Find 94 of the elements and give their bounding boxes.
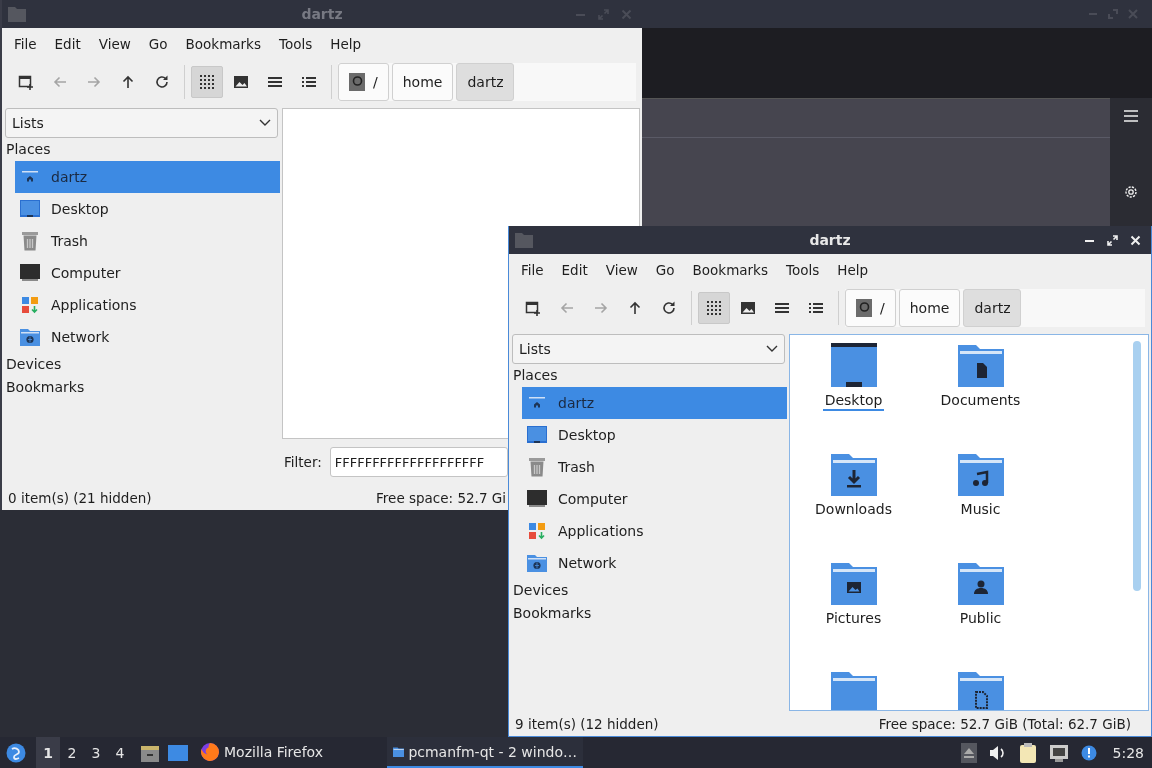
list-view-icon <box>267 74 283 90</box>
desktop-icon <box>19 199 41 219</box>
new-window-icon <box>18 74 34 90</box>
workspace-button[interactable]: 4 <box>108 737 132 768</box>
section-header[interactable]: Places <box>509 364 787 387</box>
notification-icon[interactable] <box>1080 744 1097 761</box>
trash-icon <box>526 457 548 477</box>
folder-name: Downloads <box>814 501 893 519</box>
folder-item[interactable]: Documents <box>917 341 1044 450</box>
item-count: 9 item(s) (12 hidden) <box>515 715 659 732</box>
browser-icon <box>200 741 220 762</box>
place-item[interactable]: Trash <box>522 451 787 483</box>
image-icon <box>740 300 756 316</box>
bulleted-list-icon <box>808 300 824 316</box>
back-arrow-icon <box>559 300 575 316</box>
path-button[interactable]: dartz <box>963 289 1022 327</box>
maximize-icon <box>1108 9 1118 19</box>
menu-item[interactable]: Bookmarks <box>684 262 776 278</box>
trash-icon <box>19 231 41 251</box>
folder-name: Music <box>959 501 1002 519</box>
menu-item[interactable]: File <box>513 262 552 278</box>
path-button[interactable]: home <box>898 289 961 327</box>
clipboard-icon[interactable] <box>1018 741 1037 764</box>
folder-name: Desktop <box>822 392 885 411</box>
side-pane-dropdown[interactable]: Lists <box>512 334 785 364</box>
volume-icon[interactable] <box>988 744 1007 761</box>
folder-item[interactable]: Downloads <box>790 450 917 559</box>
item-count: 0 item(s) (21 hidden) <box>8 489 152 506</box>
task-button[interactable]: pcmanfm-qt - 2 windo… <box>387 737 584 768</box>
desktop-icon[interactable] <box>168 743 188 762</box>
folder-item[interactable]: Desktop <box>790 341 917 450</box>
computer-icon <box>526 489 548 509</box>
workspace-button[interactable]: 3 <box>84 737 108 768</box>
window-title: dartz <box>301 6 343 22</box>
path-button[interactable]: / <box>845 289 896 327</box>
menu-item[interactable]: View <box>597 262 646 278</box>
reload-icon <box>154 74 170 90</box>
place-item[interactable]: dartz <box>522 387 787 419</box>
start-menu-icon[interactable] <box>6 742 26 763</box>
folder-name: Documents <box>939 392 1022 410</box>
network-icon[interactable] <box>1048 743 1069 762</box>
back-arrow-icon <box>52 74 68 90</box>
folder-icon <box>515 232 533 248</box>
network-folder-icon <box>526 553 548 573</box>
section-header[interactable]: Devices <box>509 579 787 602</box>
drive-icon <box>856 299 872 317</box>
scrollbar-thumb[interactable] <box>1133 341 1141 591</box>
desktop-icon <box>526 425 548 445</box>
place-item[interactable]: Network <box>522 547 787 579</box>
network-folder-icon <box>19 327 41 347</box>
up-arrow-icon <box>120 74 136 90</box>
place-item[interactable]: Applications <box>522 515 787 547</box>
up-arrow-icon <box>627 300 643 316</box>
folder-name: Public <box>958 610 1003 628</box>
reload-icon <box>661 300 677 316</box>
list-view-icon <box>774 300 790 316</box>
applications-icon <box>19 295 41 315</box>
bulleted-list-icon <box>301 74 317 90</box>
image-icon <box>233 74 249 90</box>
menu-item[interactable]: Help <box>829 262 876 278</box>
computer-icon <box>19 263 41 283</box>
folder-icon <box>8 6 26 22</box>
workspace-button[interactable]: 1 <box>36 737 60 768</box>
eject-icon[interactable] <box>960 742 977 763</box>
folder-item[interactable]: Public <box>917 559 1044 668</box>
menu-icon[interactable] <box>1124 110 1138 122</box>
applications-icon <box>526 521 548 541</box>
clock: 5:28 <box>1112 744 1144 761</box>
grid-view-icon <box>199 74 215 90</box>
section-header[interactable]: Bookmarks <box>509 602 787 625</box>
icon-view-button[interactable] <box>698 292 730 324</box>
menu-item[interactable]: Go <box>647 262 683 278</box>
free-space: Free space: 52.7 Gi <box>376 489 506 506</box>
new-window-icon <box>525 300 541 316</box>
task-button[interactable]: Mozilla Firefox <box>194 737 330 768</box>
place-item[interactable]: Desktop <box>522 419 787 451</box>
menu-item[interactable]: Tools <box>777 262 828 278</box>
settings-icon[interactable] <box>1123 184 1139 200</box>
chevron-down-icon <box>259 119 271 127</box>
forward-arrow-icon <box>86 74 102 90</box>
free-space: Free space: 52.7 GiB (Total: 62.7 GiB) <box>878 715 1131 732</box>
menu-item[interactable]: Edit <box>553 262 596 278</box>
close-icon <box>1128 9 1138 19</box>
folder-item[interactable]: Pictures <box>790 559 917 668</box>
forward-arrow-icon <box>593 300 609 316</box>
drive-icon <box>349 73 365 91</box>
chevron-down-icon <box>766 345 778 353</box>
workspace-button[interactable]: 2 <box>60 737 84 768</box>
grid-view-icon <box>706 300 722 316</box>
window-title: dartz <box>809 232 851 248</box>
place-item[interactable]: Computer <box>522 483 787 515</box>
filter-label: Filter: <box>284 454 322 470</box>
folder-name: Pictures <box>824 610 883 628</box>
folder-item[interactable]: Music <box>917 450 1044 559</box>
